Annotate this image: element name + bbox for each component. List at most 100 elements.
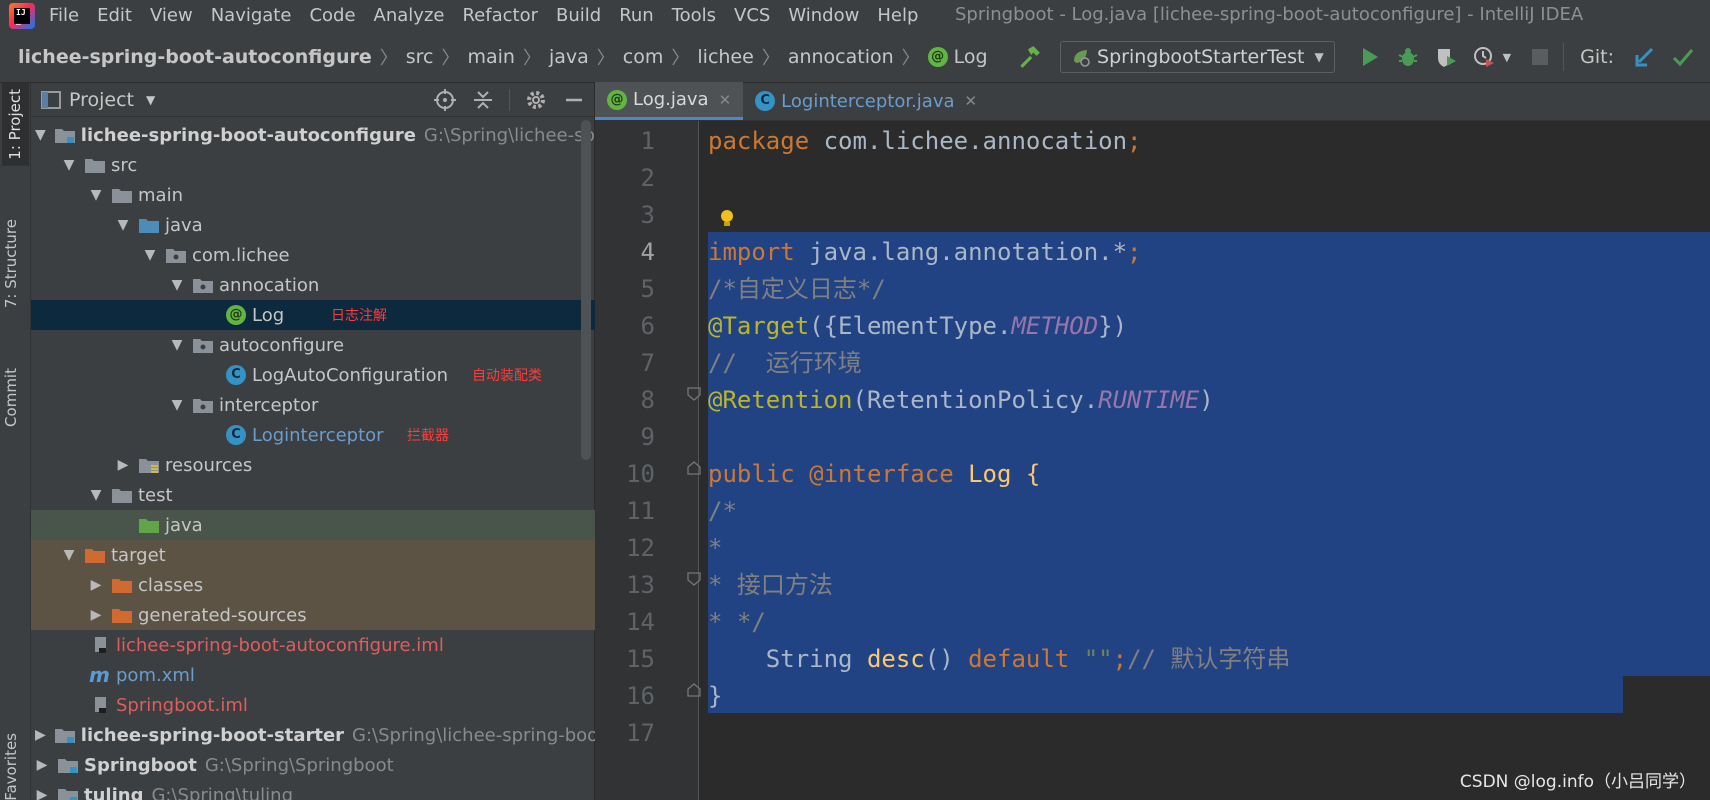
expand-arrow-icon[interactable]: ▼ (62, 157, 76, 173)
intention-lightbulb-icon[interactable] (719, 208, 735, 230)
coverage-button[interactable] (1433, 44, 1459, 70)
menu-window[interactable]: Window (788, 5, 859, 26)
code-editor[interactable]: 1 package com.lichee.annocation; 2 3 4 i… (595, 121, 1710, 800)
stop-button[interactable] (1527, 44, 1553, 70)
debug-button[interactable] (1395, 44, 1421, 70)
menu-help[interactable]: Help (877, 5, 918, 26)
code-token: ; (1127, 127, 1142, 155)
close-icon[interactable]: ✕ (719, 91, 732, 109)
expand-arrow-icon[interactable]: ▼ (170, 277, 184, 293)
breadcrumb-src[interactable]: src (406, 46, 434, 68)
breadcrumb-separator-icon: 〉 (441, 47, 460, 69)
breadcrumb-lichee[interactable]: lichee (697, 46, 753, 68)
tree-row-package-autoconfigure[interactable]: ▼ autoconfigure (31, 330, 595, 360)
code-token: METHOD (1011, 312, 1099, 340)
breadcrumb-java[interactable]: java (549, 46, 589, 68)
tab-project[interactable]: 1: Project (2, 83, 29, 166)
close-icon[interactable]: ✕ (965, 92, 978, 110)
run-configuration-select[interactable]: SpringbootStarterTest ▼ (1060, 41, 1335, 73)
expand-arrow-icon[interactable]: ▼ (89, 487, 103, 503)
tree-row-package-interceptor[interactable]: ▼ interceptor (31, 390, 595, 420)
tree-label: Loginterceptor (252, 424, 384, 446)
tree-row-java-sources[interactable]: ▼ java (31, 210, 595, 240)
run-button[interactable] (1357, 44, 1383, 70)
expand-arrow-icon[interactable]: ▶ (35, 757, 49, 773)
breadcrumb-annocation[interactable]: annocation (788, 46, 894, 68)
menu-vcs[interactable]: VCS (734, 5, 770, 26)
tree-row-log[interactable]: @ Log (31, 300, 595, 330)
tree-label: Springboot (84, 754, 197, 776)
fold-marker-icon[interactable] (687, 461, 701, 475)
expand-arrow-icon[interactable]: ▶ (89, 577, 103, 593)
tree-row-src[interactable]: ▼ src (31, 150, 595, 180)
build-hammer-icon[interactable] (1016, 44, 1042, 70)
fold-marker-icon[interactable] (687, 387, 701, 401)
expand-arrow-icon[interactable]: ▼ (143, 247, 157, 263)
profiler-dropdown-icon[interactable]: ▼ (1503, 51, 1511, 64)
tree-row-classes[interactable]: ▶ classes (31, 570, 595, 600)
tab-log-java[interactable]: @ Log.java ✕ (595, 82, 744, 120)
git-commit-button[interactable] (1670, 44, 1696, 70)
fold-marker-icon[interactable] (687, 683, 701, 697)
tab-loginterceptor-java[interactable]: C Loginterceptor.java ✕ (743, 82, 989, 120)
expand-arrow-icon[interactable]: ▶ (35, 727, 46, 743)
tree-row-loginterceptor[interactable]: C Loginterceptor (31, 420, 595, 450)
tree-row-module-tuling[interactable]: ▶ tuling G:\Spring\tuling (31, 780, 595, 800)
tree-row-pom-xml[interactable]: m pom.xml (31, 660, 595, 690)
menu-tools[interactable]: Tools (672, 5, 716, 26)
expand-arrow-icon[interactable]: ▶ (89, 607, 103, 623)
tree-row-target[interactable]: ▼ target (31, 540, 595, 570)
tree-row-springboot-iml[interactable]: Springboot.iml (31, 690, 595, 720)
expand-arrow-icon[interactable]: ▼ (89, 187, 103, 203)
minimize-icon[interactable] (562, 88, 586, 112)
tree-row-test-java[interactable]: java (31, 510, 595, 540)
tree-row-module[interactable]: ▼ lichee-spring-boot-autoconfigure G:\Sp… (31, 120, 619, 150)
code-text: public @interface Log { (708, 454, 1040, 494)
code-line: 14 * */ (595, 602, 1710, 642)
tree-row-module-starter[interactable]: ▶ lichee-spring-boot-starter G:\Spring\l… (31, 720, 612, 750)
tree-row-module-springboot[interactable]: ▶ Springboot G:\Spring\Springboot (31, 750, 595, 780)
fold-marker-icon[interactable] (687, 572, 701, 586)
code-line: 11 /* (595, 491, 1710, 531)
tab-favorites[interactable]: Favorites (2, 733, 20, 800)
menu-file[interactable]: File (49, 5, 79, 26)
expand-arrow-icon[interactable]: ▶ (35, 787, 49, 800)
tree-row-generated-sources[interactable]: ▶ generated-sources (31, 600, 595, 630)
tab-structure[interactable]: 7: Structure (2, 219, 20, 308)
tree-row-main[interactable]: ▼ main (31, 180, 595, 210)
menu-view[interactable]: View (150, 5, 193, 26)
expand-arrow-icon[interactable]: ▼ (62, 547, 76, 563)
tree-scrollbar[interactable] (581, 120, 591, 460)
tree-row-resources[interactable]: ▶ resources (31, 450, 595, 480)
expand-arrow-icon[interactable]: ▶ (116, 457, 130, 473)
tree-row-package-com-lichee[interactable]: ▼ com.lichee (31, 240, 595, 270)
tree-row-package-annocation[interactable]: ▼ annocation (31, 270, 595, 300)
expand-arrow-icon[interactable]: ▼ (35, 127, 46, 143)
breadcrumb-main[interactable]: main (468, 46, 515, 68)
expand-arrow-icon[interactable]: ▼ (170, 337, 184, 353)
code-line: 4 import java.lang.annotation.*; (595, 232, 1710, 272)
menu-analyze[interactable]: Analyze (374, 5, 445, 26)
package-icon (193, 399, 213, 413)
breadcrumb-log[interactable]: @ Log (927, 46, 988, 68)
collapse-all-icon[interactable] (471, 88, 495, 112)
profiler-button[interactable] (1471, 44, 1497, 70)
menu-run[interactable]: Run (619, 5, 654, 26)
breadcrumb-module[interactable]: lichee-spring-boot-autoconfigure (18, 46, 372, 68)
project-view-select[interactable]: Project ▼ (41, 89, 155, 111)
menu-build[interactable]: Build (556, 5, 601, 26)
menu-edit[interactable]: Edit (97, 5, 132, 26)
tree-row-module-iml[interactable]: lichee-spring-boot-autoconfigure.iml (31, 630, 595, 660)
menu-refactor[interactable]: Refactor (462, 5, 538, 26)
breadcrumb-com[interactable]: com (623, 46, 664, 68)
locate-target-icon[interactable] (433, 88, 457, 112)
menu-code[interactable]: Code (309, 5, 355, 26)
git-update-button[interactable] (1632, 44, 1658, 70)
menu-navigate[interactable]: Navigate (211, 5, 292, 26)
expand-arrow-icon[interactable]: ▼ (170, 397, 184, 413)
gear-icon[interactable] (524, 88, 548, 112)
tree-row-test[interactable]: ▼ test (31, 480, 595, 510)
expand-arrow-icon[interactable]: ▼ (116, 217, 130, 233)
code-token: () (924, 645, 969, 673)
tab-commit[interactable]: Commit (2, 368, 20, 427)
